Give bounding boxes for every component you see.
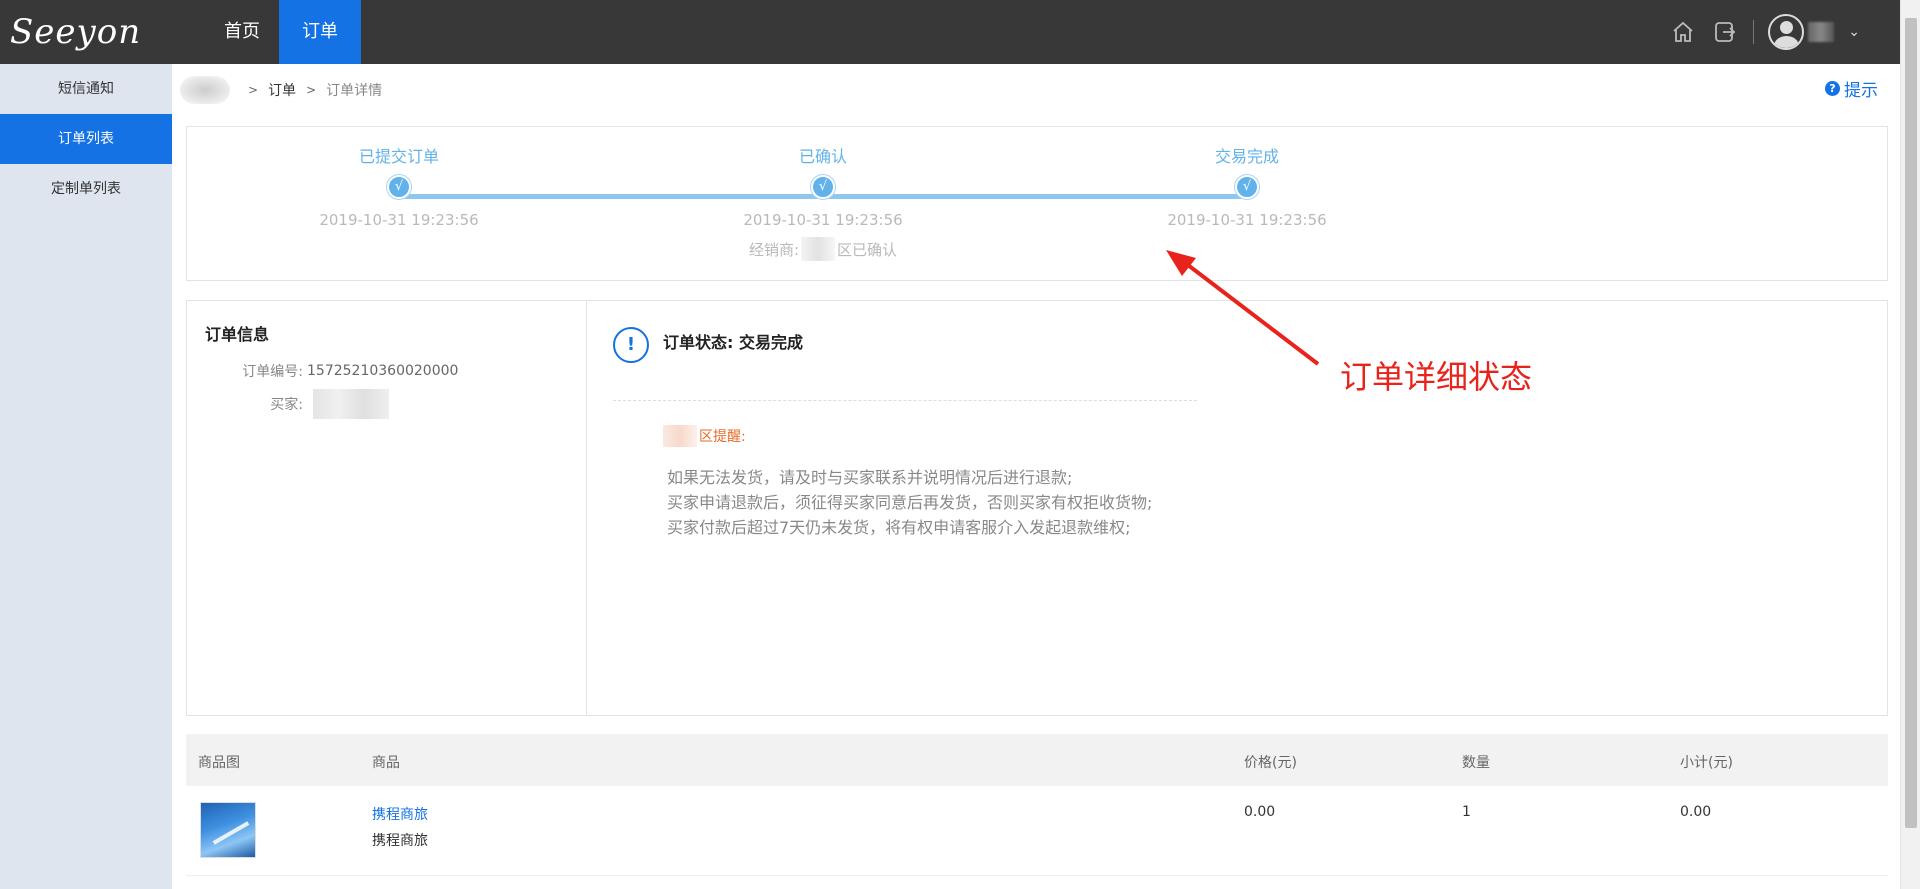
header-subtotal: 小计(元) <box>1680 755 1733 771</box>
reminder-title-text: 区提醒: <box>699 429 746 445</box>
header-quantity: 数量 <box>1462 755 1490 771</box>
logout-icon[interactable] <box>1707 14 1743 50</box>
top-icons: ⌄ <box>1659 0 1860 64</box>
check-icon: √ <box>387 175 411 199</box>
check-icon: √ <box>811 175 835 199</box>
hint-link[interactable]: ? 提示 <box>1825 76 1878 101</box>
product-cell: 携程商旅 携程商旅 <box>372 804 428 850</box>
order-number-value: 15725210360020000 <box>307 363 459 379</box>
product-price: 0.00 <box>1244 804 1276 820</box>
breadcrumb-separator: > <box>248 83 259 97</box>
sidebar: 短信通知 订单列表 定制单列表 <box>0 64 172 889</box>
topbar-divider <box>1753 20 1755 44</box>
top-navbar: Seeyon 首页 订单 ⌄ <box>0 0 1920 64</box>
hint-label: 提示 <box>1844 81 1878 101</box>
reminder-name-redacted <box>663 425 697 447</box>
dealer-confirmed: 区已确认 <box>837 240 898 259</box>
chevron-down-icon[interactable]: ⌄ <box>1848 24 1860 40</box>
sidebar-item-order-list[interactable]: 订单列表 <box>0 114 172 164</box>
header-price: 价格(元) <box>1244 755 1297 771</box>
dealer-label: 经销商: <box>748 240 800 259</box>
reminder-list: 如果无法发货，请及时与买家联系并说明情况后进行退款; 买家申请退款后，须征得买家… <box>667 465 1152 540</box>
username-redacted <box>1808 22 1835 42</box>
sidebar-item-sms[interactable]: 短信通知 <box>0 64 172 114</box>
sidebar-item-custom-order-list[interactable]: 定制单列表 <box>0 164 172 214</box>
breadcrumb-item-order[interactable]: 订单 <box>268 80 296 100</box>
step-label: 已提交订单 <box>358 147 439 166</box>
step-time: 2019-10-31 19:23:56 <box>1167 211 1327 229</box>
logo-text: Seeyon <box>10 12 142 52</box>
buyer-label: 买家: <box>270 397 303 413</box>
step-dealer-note: 经销商: 区已确认 <box>713 237 933 261</box>
order-number-row: 订单编号: 15725210360020000 <box>187 361 458 381</box>
home-icon[interactable] <box>1665 14 1701 50</box>
order-info-panel: 订单信息 订单编号: 15725210360020000 买家: ! 订单状态:… <box>186 300 1888 716</box>
progress-step-confirmed: 已确认 √ 2019-10-31 19:23:56 经销商: 区已确认 <box>713 145 933 261</box>
seeyon-logo[interactable]: Seeyon <box>10 10 140 54</box>
product-image[interactable] <box>200 802 256 858</box>
buyer-row: 买家: <box>187 389 389 419</box>
order-status-text: 订单状态: 交易完成 <box>663 333 803 352</box>
table-header: 商品图 商品 价格(元) 数量 小计(元) <box>186 734 1888 786</box>
reminder-line: 买家付款后超过7天仍未发货，将有权申请客服介入发起退款维权; <box>667 518 1131 537</box>
step-label: 已确认 <box>798 147 847 166</box>
breadcrumb: > 订单 > 订单详情 <box>180 76 382 104</box>
nav-home[interactable]: 首页 <box>207 0 277 64</box>
reminder-line: 买家申请退款后，须征得买家同意后再发货，否则买家有权拒收货物; <box>667 493 1153 512</box>
scrollbar-thumb[interactable] <box>1905 18 1917 828</box>
divider <box>613 400 1197 401</box>
order-progress-panel: 已提交订单 √ 2019-10-31 19:23:56 已确认 √ 2019-1… <box>186 126 1888 281</box>
user-avatar-icon[interactable] <box>1768 14 1805 50</box>
step-time: 2019-10-31 19:23:56 <box>319 211 479 229</box>
product-subtotal: 0.00 <box>1680 804 1712 820</box>
question-icon: ? <box>1825 81 1840 96</box>
table-row: 携程商旅 携程商旅 0.00 1 0.00 <box>186 786 1888 876</box>
nav-order[interactable]: 订单 <box>279 0 361 64</box>
breadcrumb-separator: > <box>306 83 317 97</box>
info-icon: ! <box>613 327 649 363</box>
progress-step-submitted: 已提交订单 √ 2019-10-31 19:23:56 <box>289 145 509 229</box>
page-scrollbar[interactable] <box>1900 0 1920 889</box>
order-number-label: 订单编号: <box>242 364 303 380</box>
progress-step-completed: 交易完成 √ 2019-10-31 19:23:56 <box>1137 145 1357 229</box>
breadcrumb-home-redacted[interactable] <box>180 76 230 104</box>
order-info-left: 订单信息 订单编号: 15725210360020000 买家: <box>187 301 587 715</box>
dealer-name-redacted <box>801 237 836 261</box>
step-time: 2019-10-31 19:23:56 <box>743 211 903 229</box>
reminder-line: 如果无法发货，请及时与买家联系并说明情况后进行退款; <box>667 468 1073 487</box>
buyer-name-redacted <box>313 389 389 419</box>
product-link[interactable]: 携程商旅 <box>372 804 428 824</box>
annotation-label: 订单详细状态 <box>1340 358 1533 396</box>
header-product: 商品 <box>372 755 400 771</box>
step-label: 交易完成 <box>1214 147 1279 166</box>
order-info-title: 订单信息 <box>205 325 270 344</box>
breadcrumb-item-order-detail: 订单详情 <box>326 83 383 99</box>
header-product-image: 商品图 <box>198 755 240 771</box>
check-icon: √ <box>1235 175 1259 199</box>
reminder-title: 区提醒: <box>661 425 746 447</box>
product-quantity: 1 <box>1462 804 1471 820</box>
product-name: 携程商旅 <box>372 833 428 849</box>
product-table: 商品图 商品 价格(元) 数量 小计(元) 携程商旅 携程商旅 0.00 1 0… <box>186 734 1888 876</box>
